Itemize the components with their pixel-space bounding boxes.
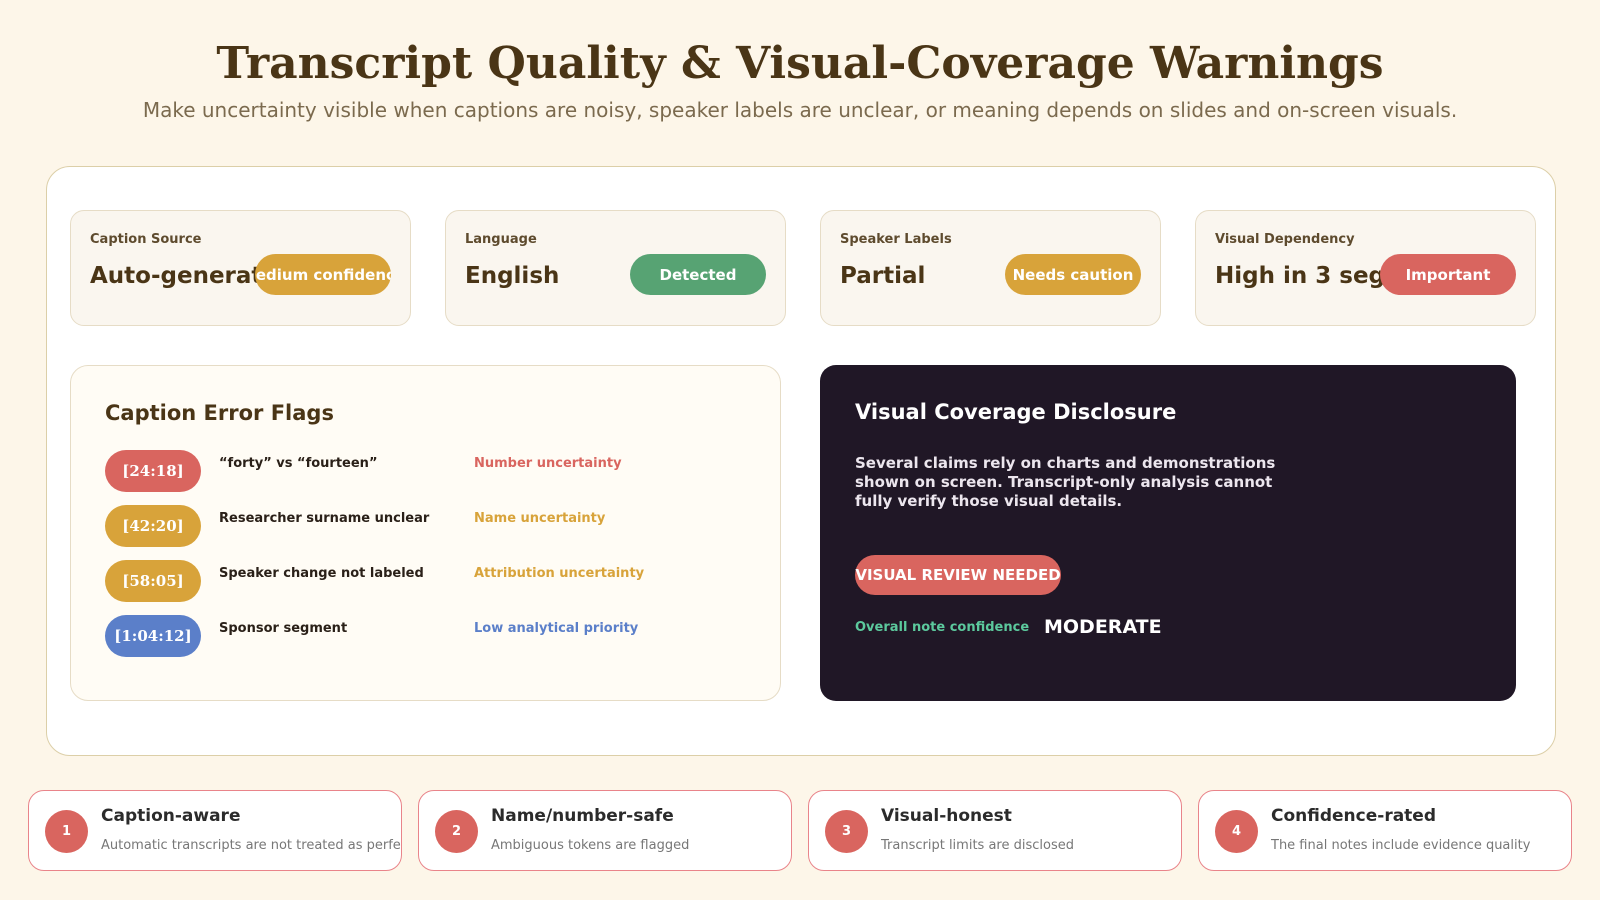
- flag-type: Low analytical priority: [474, 621, 639, 636]
- status-badge: Needs caution: [1005, 254, 1141, 295]
- principle-title: Name/number-safe: [491, 806, 674, 826]
- stat-caption-source: Caption Source Auto-generated Medium con…: [70, 210, 411, 326]
- flag-type: Number uncertainty: [474, 456, 622, 471]
- flag-issue: “forty” vs “fourteen”: [219, 456, 378, 471]
- status-badge: Medium confidence: [255, 254, 391, 295]
- disclosure-title: Visual Coverage Disclosure: [855, 400, 1177, 424]
- visual-coverage-disclosure-card: Visual Coverage Disclosure Several claim…: [820, 365, 1516, 701]
- flag-row: [42:20] Researcher surname unclear Name …: [105, 505, 765, 547]
- flag-row: [1:04:12] Sponsor segment Low analytical…: [105, 615, 765, 657]
- timestamp-badge[interactable]: [42:20]: [105, 505, 201, 547]
- stat-speaker-labels: Speaker Labels Partial Needs caution: [820, 210, 1161, 326]
- confidence-value: MODERATE: [1044, 616, 1162, 638]
- confidence-label: Overall note confidence: [855, 620, 1030, 635]
- principle-card: 1 Caption-aware Automatic transcripts ar…: [28, 790, 402, 871]
- step-number: 4: [1215, 810, 1258, 853]
- stat-label: Language: [465, 232, 537, 247]
- principle-description: The final notes include evidence quality: [1271, 838, 1531, 853]
- stat-value: English: [465, 263, 560, 289]
- principle-description: Transcript limits are disclosed: [881, 838, 1074, 853]
- principle-card: 2 Name/number-safe Ambiguous tokens are …: [418, 790, 792, 871]
- principle-card: 4 Confidence-rated The final notes inclu…: [1198, 790, 1572, 871]
- flag-type: Name uncertainty: [474, 511, 606, 526]
- flag-row: [24:18] “forty” vs “fourteen” Number unc…: [105, 450, 765, 492]
- principle-title: Caption-aware: [101, 806, 241, 826]
- timestamp-badge[interactable]: [24:18]: [105, 450, 201, 492]
- flag-issue: Speaker change not labeled: [219, 566, 424, 581]
- step-number: 2: [435, 810, 478, 853]
- stat-label: Speaker Labels: [840, 232, 952, 247]
- principle-title: Confidence-rated: [1271, 806, 1437, 826]
- disclosure-body: Several claims rely on charts and demons…: [855, 454, 1276, 510]
- page-title: Transcript Quality & Visual-Coverage War…: [216, 38, 1384, 89]
- visual-review-needed-badge: VISUAL REVIEW NEEDED: [855, 555, 1061, 595]
- flag-type: Attribution uncertainty: [474, 566, 645, 581]
- flag-row: [58:05] Speaker change not labeled Attri…: [105, 560, 765, 602]
- stat-label: Caption Source: [90, 232, 202, 247]
- flag-issue: Sponsor segment: [219, 621, 348, 636]
- stat-label: Visual Dependency: [1215, 232, 1355, 247]
- stat-visual-dependency: Visual Dependency High in 3 segments Imp…: [1195, 210, 1536, 326]
- caption-error-flags-card: Caption Error Flags [24:18] “forty” vs “…: [70, 365, 781, 701]
- step-number: 1: [45, 810, 88, 853]
- status-badge: Important: [1380, 254, 1516, 295]
- principle-description: Ambiguous tokens are flagged: [491, 838, 690, 853]
- status-badge: Detected: [630, 254, 766, 295]
- step-number: 3: [825, 810, 868, 853]
- principle-description: Automatic transcripts are not treated as…: [101, 838, 402, 853]
- stat-value: Partial: [840, 263, 926, 289]
- principle-card: 3 Visual-honest Transcript limits are di…: [808, 790, 1182, 871]
- page-subtitle: Make uncertainty visible when captions a…: [142, 98, 1458, 122]
- stat-language: Language English Detected: [445, 210, 786, 326]
- timestamp-badge[interactable]: [58:05]: [105, 560, 201, 602]
- flags-title: Caption Error Flags: [105, 401, 334, 425]
- timestamp-badge[interactable]: [1:04:12]: [105, 615, 201, 657]
- principle-title: Visual-honest: [881, 806, 1012, 826]
- flag-issue: Researcher surname unclear: [219, 511, 430, 526]
